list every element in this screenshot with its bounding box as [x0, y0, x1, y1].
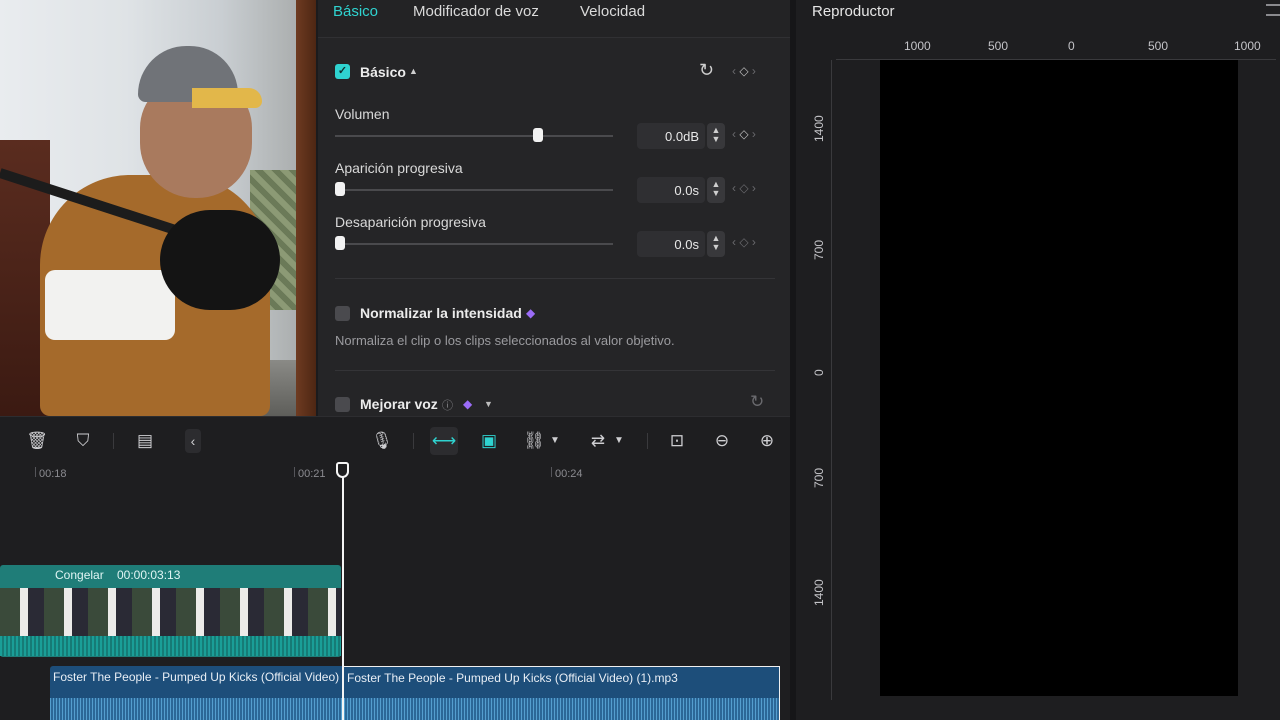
fade-out-slider[interactable] — [335, 243, 613, 245]
divider — [335, 370, 775, 371]
playhead[interactable] — [342, 464, 344, 720]
tab-speed[interactable]: Velocidad — [580, 3, 645, 20]
preview-axis-icon[interactable]: ⇄ — [584, 427, 612, 455]
fade-in-label: Aparición progresiva — [335, 160, 463, 176]
reset-icon[interactable]: ↻ — [750, 392, 764, 412]
premium-gem-icon: ◆ — [526, 306, 536, 320]
door — [296, 0, 316, 416]
audio-waveform — [344, 698, 779, 720]
ruler-label: 0 — [812, 369, 826, 376]
ruler-label: 00:21 — [298, 468, 326, 480]
normalize-checkbox[interactable] — [335, 306, 350, 321]
auto-snap-icon[interactable]: ▣ — [475, 427, 503, 455]
zoom-in-icon[interactable]: ⊕ — [753, 427, 781, 455]
keyframe-controls[interactable]: ‹ ◇ › — [732, 64, 778, 80]
audio-clip[interactable]: Foster The People - Pumped Up Kicks (Off… — [50, 666, 342, 720]
auto-caption-icon[interactable]: ▤ — [131, 427, 159, 455]
vertical-ruler: 1400 700 0 700 1400 — [808, 60, 832, 700]
video-clip-label: Congelar — [55, 568, 104, 582]
ruler-label: 1000 — [1234, 39, 1261, 53]
audio-waveform — [50, 698, 342, 720]
enhance-voice-title: Mejorar voz — [360, 396, 438, 412]
ruler-label: 1000 — [904, 39, 931, 53]
video-audio-waveform — [0, 636, 341, 656]
separator — [413, 433, 414, 449]
menu-icon[interactable] — [1266, 4, 1280, 16]
fade-in-slider[interactable] — [335, 189, 613, 191]
audio-clip-label: Foster The People - Pumped Up Kicks (Off… — [347, 671, 678, 685]
video-clip-duration: 00:00:03:13 — [117, 568, 181, 582]
person-sleeve — [45, 270, 175, 340]
ruler-label: 1400 — [812, 579, 826, 606]
ruler-label: 700 — [812, 239, 826, 260]
ruler-label: 500 — [988, 39, 1009, 53]
premium-gem-icon: ◆ — [463, 397, 473, 411]
ruler-label: 700 — [812, 467, 826, 488]
volume-slider[interactable] — [335, 135, 613, 137]
fit-timeline-icon[interactable]: ⊡ — [663, 427, 691, 455]
tab-basico[interactable]: Básico — [333, 3, 378, 20]
horizontal-ruler: 1000 500 0 500 1000 — [836, 38, 1276, 60]
chevron-down-icon[interactable]: ▼ — [612, 427, 626, 455]
reset-icon[interactable]: ↻ — [699, 60, 714, 81]
zoom-out-icon[interactable]: ⊖ — [708, 427, 736, 455]
player-title: Reproductor — [812, 3, 895, 20]
fade-in-stepper[interactable]: ▲ ▼ — [707, 177, 725, 203]
separator — [647, 433, 648, 449]
volume-keyframe[interactable]: ‹ ◇ › — [732, 127, 778, 143]
timeline-toolbar: 🗑 ⛉ ▤ ‹ 🎙 ⟷ ▣ ⛓ ▼ ⇄ ▼ ⊡ ⊖ ⊕ — [0, 416, 790, 464]
preview-canvas[interactable] — [880, 60, 1238, 696]
video-thumbnails — [0, 588, 341, 636]
fade-out-value-field[interactable]: 0.0s — [637, 231, 705, 257]
link-icon[interactable]: ⛓ — [520, 427, 548, 455]
normalize-title: Normalizar la intensidad — [360, 305, 522, 321]
main-track-magnet-icon[interactable]: ⟷ — [430, 427, 458, 455]
ruler-label: 1400 — [812, 115, 826, 142]
ruler-tick — [294, 467, 295, 477]
audio-clip-selected[interactable]: Foster The People - Pumped Up Kicks (Off… — [343, 666, 780, 720]
fade-out-slider-knob[interactable] — [335, 236, 345, 250]
playhead-handle[interactable] — [336, 462, 349, 478]
fade-out-keyframe[interactable]: ‹ ◇ › — [732, 235, 778, 251]
microphone — [160, 210, 280, 310]
ruler-label: 0 — [1068, 39, 1075, 53]
ruler-tick — [35, 467, 36, 477]
volume-stepper[interactable]: ▲ ▼ — [707, 123, 725, 149]
fade-out-label: Desaparición progresiva — [335, 214, 486, 230]
ruler-label: 500 — [1148, 39, 1169, 53]
audio-clip-label: Foster The People - Pumped Up Kicks (Off… — [53, 670, 342, 684]
divider — [335, 278, 775, 279]
basic-section-title: Básico — [360, 64, 406, 80]
chevron-down-icon[interactable]: ▼ — [548, 427, 562, 455]
volume-slider-knob[interactable] — [533, 128, 543, 142]
webcam-overlay — [0, 0, 316, 416]
volume-label: Volumen — [335, 106, 390, 122]
ruler-tick — [551, 467, 552, 477]
volume-value-field[interactable]: 0.0dB — [637, 123, 705, 149]
timeline[interactable]: 00:18 00:21 00:24 Congelar 00:00:03:13 F… — [0, 462, 790, 720]
collapse-left-icon[interactable]: ‹ — [185, 429, 201, 453]
basic-checkbox[interactable]: ✓ — [335, 64, 350, 79]
fade-in-keyframe[interactable]: ‹ ◇ › — [732, 181, 778, 197]
audio-properties-panel: Básico Modificador de voz Velocidad ✓ Bá… — [318, 0, 790, 416]
ruler-label: 00:18 — [39, 468, 67, 480]
microphone-icon[interactable]: 🎙 — [368, 427, 396, 455]
marker-icon[interactable]: ⛉ — [69, 427, 97, 455]
delete-icon[interactable]: 🗑 — [23, 427, 51, 455]
fade-in-slider-knob[interactable] — [335, 182, 345, 196]
help-icon[interactable]: ⓘ — [442, 397, 453, 413]
normalize-description: Normaliza el clip o los clips selecciona… — [335, 333, 675, 348]
ruler-label: 00:24 — [555, 468, 583, 480]
fade-out-stepper[interactable]: ▲ ▼ — [707, 231, 725, 257]
player-panel: Reproductor 1000 500 0 500 1000 1400 700… — [790, 0, 1280, 720]
collapse-arrow-icon[interactable]: ▲ — [409, 66, 418, 76]
fade-in-value-field[interactable]: 0.0s — [637, 177, 705, 203]
chevron-down-icon[interactable]: ▼ — [484, 399, 493, 409]
tab-bar: Básico Modificador de voz Velocidad — [318, 0, 790, 38]
tab-voice-modifier[interactable]: Modificador de voz — [413, 3, 539, 20]
separator — [113, 433, 114, 449]
enhance-voice-checkbox[interactable] — [335, 397, 350, 412]
person-cap-brim — [192, 88, 262, 108]
